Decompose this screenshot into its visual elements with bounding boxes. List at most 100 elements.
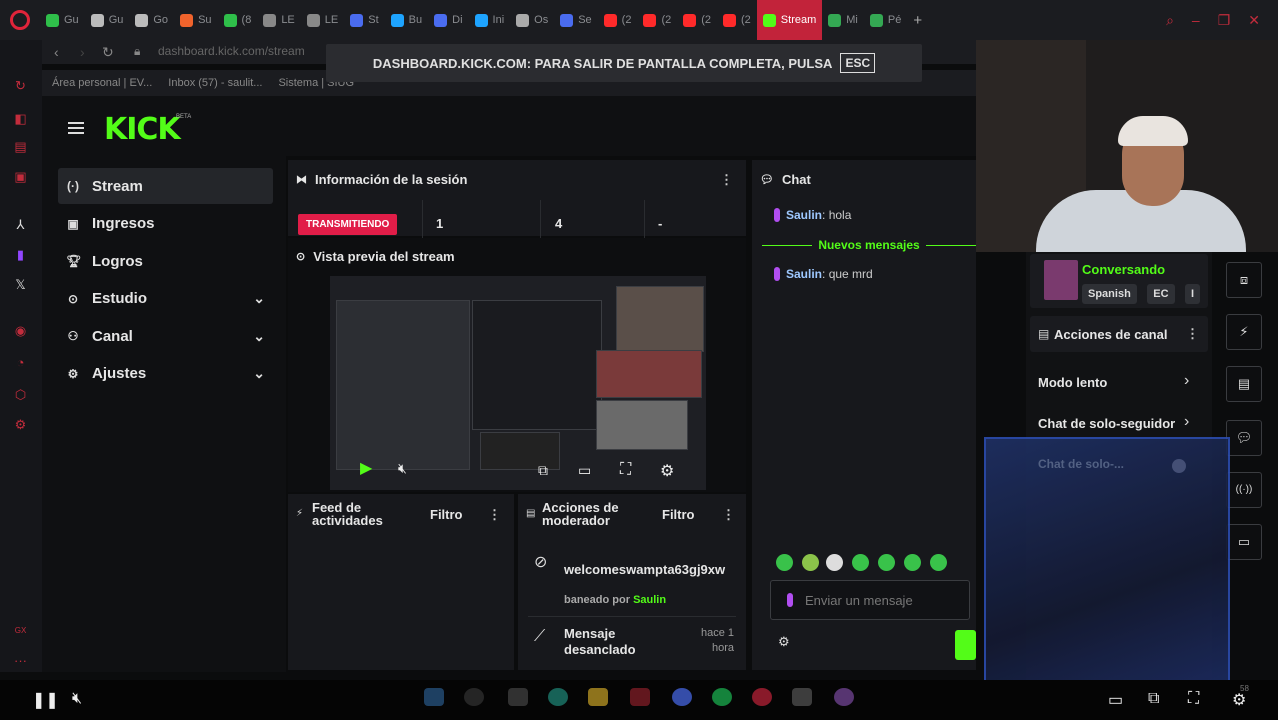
chevron-down-icon[interactable]: ⌄	[253, 365, 265, 382]
stream-preview[interactable]: ▶ 🔇︎ ⧉ ▭ ⛶ ⚙	[330, 276, 706, 490]
nav-item[interactable]: ⊙ Estudio ⌄	[58, 281, 273, 317]
taskbar-icon[interactable]	[712, 688, 732, 706]
browser-tab[interactable]: Os	[510, 0, 554, 40]
emote-icon[interactable]	[852, 554, 869, 571]
extensions-icon[interactable]: ⬡	[12, 386, 29, 403]
browser-tab[interactable]: Se	[554, 0, 597, 40]
chat-username[interactable]: Saulin	[786, 208, 822, 222]
opera-logo[interactable]	[0, 0, 40, 40]
nav-item[interactable]: 🏆︎ Logros	[58, 243, 273, 279]
tab-active[interactable]: Stream	[756, 0, 823, 40]
taskbar-icon[interactable]	[588, 688, 608, 706]
send-button[interactable]	[955, 630, 976, 660]
taskbar-icon[interactable]	[424, 688, 444, 706]
search-icon[interactable]: ⌕	[1166, 12, 1174, 29]
notes-icon[interactable]: ▤	[1226, 366, 1262, 402]
kebab-icon[interactable]: ⋮	[722, 507, 735, 523]
taskbar-icon[interactable]	[464, 688, 484, 706]
taskbar-icon[interactable]	[792, 688, 812, 706]
maximize-icon[interactable]: ❐	[1218, 12, 1231, 29]
emote-icon[interactable]	[826, 554, 843, 571]
nav-item[interactable]: (·) Stream	[58, 168, 273, 204]
audio-icon[interactable]: ((·))	[1226, 472, 1262, 508]
browser-tab[interactable]: Bu	[385, 0, 428, 40]
bookmark[interactable]: Área personal | EV...	[52, 77, 152, 89]
tag[interactable]: Spanish	[1082, 284, 1137, 304]
emote-icon[interactable]	[904, 554, 921, 571]
kick-logo[interactable]: KICK	[104, 112, 181, 147]
bag-icon[interactable]: ◧	[12, 110, 29, 127]
captions-icon[interactable]: ▭	[1108, 690, 1123, 710]
chevron-down-icon[interactable]: ⌄	[253, 290, 265, 307]
chat-bubble-icon[interactable]: 💬︎	[1226, 420, 1262, 456]
theater-icon[interactable]: ▭	[578, 462, 591, 479]
browser-tab[interactable]: LE	[301, 0, 344, 40]
action-slow-mode[interactable]: Modo lento	[1038, 375, 1107, 390]
browser-tab[interactable]: Su	[174, 0, 217, 40]
taskbar-icon[interactable]	[548, 688, 568, 706]
taskbar-icon[interactable]	[630, 688, 650, 706]
kebab-icon[interactable]: ⋮	[720, 172, 733, 188]
minimize-icon[interactable]: –	[1192, 12, 1200, 29]
nav-item[interactable]: ⚇ Canal ⌄	[58, 318, 273, 354]
gear-icon[interactable]: ⚙	[1232, 690, 1246, 710]
pause-icon[interactable]: ❚❚	[32, 690, 59, 710]
browser-tab[interactable]: (2	[677, 0, 717, 40]
browser-tab[interactable]: LE	[257, 0, 300, 40]
taskbar-icon[interactable]	[508, 688, 528, 706]
kebab-icon[interactable]: ⋮	[1186, 326, 1199, 342]
history-icon[interactable]: ◔	[12, 354, 29, 371]
chat-username[interactable]: Saulin	[786, 267, 822, 281]
menu-icon[interactable]	[68, 122, 84, 124]
flash-icon[interactable]: ⚡︎	[1226, 314, 1262, 350]
panel-icon[interactable]: ▭	[1226, 524, 1262, 560]
browser-tab[interactable]: Gu	[85, 0, 130, 40]
chat-settings-icon[interactable]: ⚙	[778, 634, 790, 650]
pip-icon[interactable]: ⧉	[538, 462, 548, 479]
action-follower-chat[interactable]: Chat de solo-seguidor	[1038, 416, 1175, 431]
category-name[interactable]: Conversando	[1082, 262, 1165, 277]
mute-icon[interactable]: 🔇︎	[398, 460, 407, 477]
emote-icon[interactable]	[930, 554, 947, 571]
emote-icon[interactable]	[802, 554, 819, 571]
ban-moderator[interactable]: Saulin	[633, 594, 666, 606]
messenger-icon[interactable]: ▤	[12, 138, 29, 155]
browser-tab[interactable]: Di	[428, 0, 468, 40]
tag[interactable]: I	[1184, 284, 1201, 304]
taskbar-icon[interactable]	[834, 688, 854, 706]
browser-tab[interactable]: (2	[637, 0, 677, 40]
aria-icon[interactable]: ↻	[12, 77, 29, 94]
back-icon[interactable]: ‹	[54, 44, 59, 60]
chevron-right-icon[interactable]: ›	[1184, 413, 1189, 431]
taskbar-icon[interactable]	[672, 688, 692, 706]
x-icon[interactable]: 𝕏	[12, 276, 29, 293]
gx-icon[interactable]: GX	[12, 622, 29, 639]
browser-tab[interactable]: (8	[218, 0, 258, 40]
chevron-right-icon[interactable]: ›	[1184, 372, 1189, 390]
browser-tab[interactable]: Ini	[469, 0, 511, 40]
url-field[interactable]: dashboard.kick.com/stream	[158, 44, 305, 58]
browser-tab[interactable]: Pé	[864, 0, 907, 40]
emote-icon[interactable]	[878, 554, 895, 571]
play-icon[interactable]: ◉	[12, 322, 29, 339]
browser-tab[interactable]: (2	[598, 0, 638, 40]
gear-icon[interactable]: ⚙	[660, 461, 674, 481]
tag[interactable]: EC	[1147, 284, 1175, 304]
fullscreen-icon[interactable]: ⛶	[1188, 690, 1199, 708]
filter-button[interactable]: Filtro	[430, 507, 463, 522]
banned-user[interactable]: welcomeswampta63gj9xw	[564, 562, 725, 577]
browser-tab[interactable]: St	[344, 0, 384, 40]
fullscreen-icon[interactable]: ⛶	[620, 461, 631, 479]
nav-item[interactable]: ▣ Ingresos	[58, 206, 273, 242]
browser-tab[interactable]: Gu	[40, 0, 85, 40]
bookmark[interactable]: Inbox (57) - saulit...	[168, 77, 262, 89]
chevron-down-icon[interactable]: ⌄	[253, 328, 265, 345]
mute-icon[interactable]: 🔇︎	[72, 690, 82, 708]
filter-button[interactable]: Filtro	[662, 507, 695, 522]
stream-key-icon[interactable]: ⧈	[1226, 262, 1262, 298]
browser-tab[interactable]: Go	[129, 0, 174, 40]
chat-input[interactable]: Enviar un mensaje	[770, 580, 970, 620]
forward-icon[interactable]: ›	[80, 44, 85, 60]
reload-icon[interactable]: ↻	[102, 44, 114, 61]
emote-icon[interactable]	[776, 554, 793, 571]
